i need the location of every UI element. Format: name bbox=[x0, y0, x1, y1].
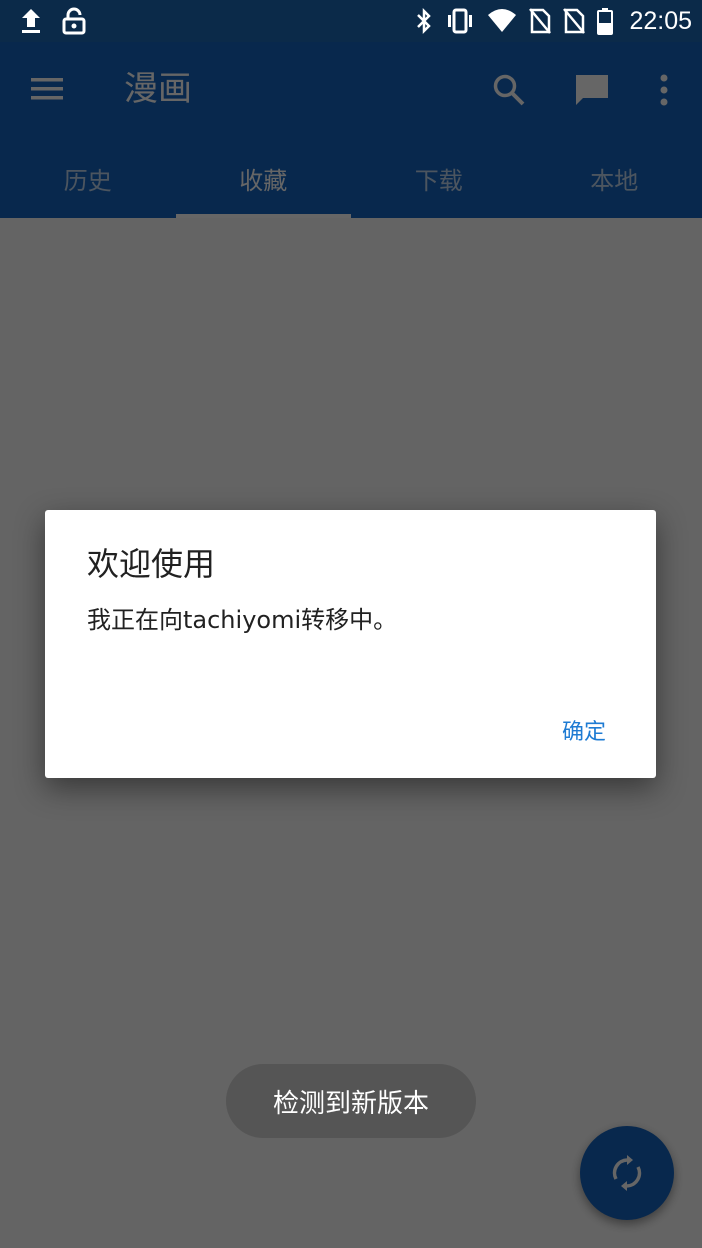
no-sim-icon bbox=[563, 7, 586, 35]
confirm-button[interactable]: 确定 bbox=[550, 706, 618, 754]
status-time: 22:05 bbox=[629, 6, 692, 35]
dialog-title: 欢迎使用 bbox=[87, 545, 216, 583]
upload-icon bbox=[20, 7, 42, 35]
dialog-scrim-top[interactable] bbox=[0, 42, 702, 218]
status-bar-left bbox=[20, 5, 86, 37]
vibrate-icon bbox=[445, 7, 475, 35]
status-bar-right: 22:05 bbox=[415, 5, 692, 37]
no-sim-icon bbox=[529, 7, 552, 35]
dialog-message: 我正在向tachiyomi转移中。 bbox=[87, 606, 398, 634]
welcome-dialog: 欢迎使用 我正在向tachiyomi转移中。 确定 bbox=[45, 510, 656, 778]
lock-open-icon bbox=[62, 7, 86, 35]
bluetooth-icon bbox=[415, 7, 433, 35]
status-bar: 22:05 bbox=[0, 0, 702, 42]
toast-message: 检测到新版本 bbox=[226, 1064, 476, 1138]
wifi-icon bbox=[487, 7, 517, 35]
battery-icon bbox=[597, 7, 614, 35]
